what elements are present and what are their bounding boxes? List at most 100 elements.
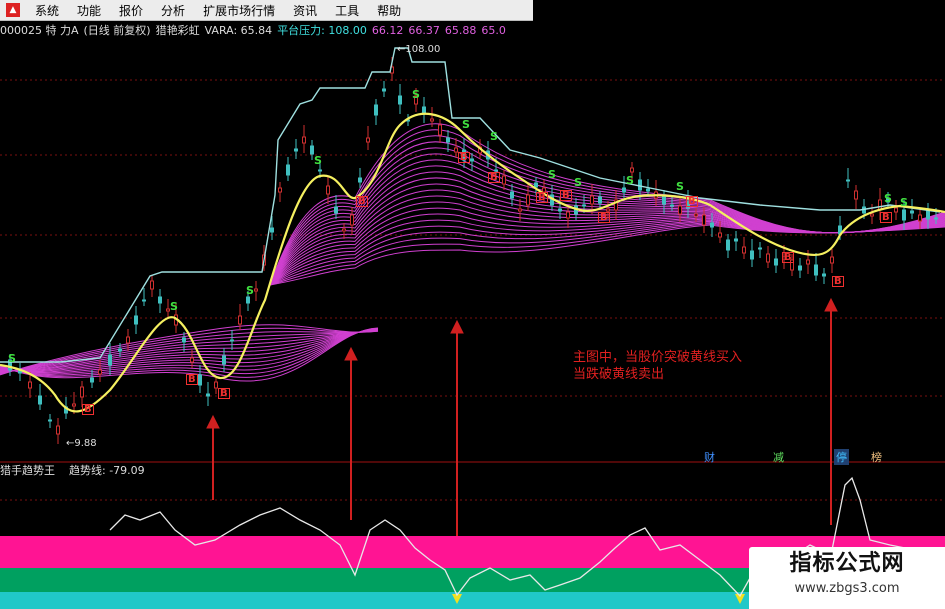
buy-signal-marker: B: [488, 172, 500, 183]
tag-ranking[interactable]: 榜: [869, 449, 884, 465]
chart-info-bar: 000025 特 力A (日线 前复权) 猎艳彩虹 VARA: 65.84 平台…: [0, 21, 533, 39]
candle-body: [734, 238, 738, 242]
candle-body: [702, 214, 706, 226]
candle-body: [254, 288, 258, 292]
candle-body: [926, 210, 930, 220]
candle-body: [302, 136, 306, 144]
sell-signal-marker: S: [884, 192, 892, 205]
tag-reduce[interactable]: 减: [771, 449, 786, 465]
app-logo-icon: ▲: [6, 3, 20, 17]
menu-system[interactable]: 系统: [26, 2, 68, 19]
tag-finance[interactable]: 财: [702, 449, 717, 465]
candle-body: [774, 258, 778, 266]
menu-quote[interactable]: 报价: [110, 2, 152, 19]
candle-body: [742, 246, 746, 254]
candle-body: [198, 374, 202, 386]
sub-indicator-header: 猎手趋势王 趋势线: -79.09: [0, 462, 159, 478]
candle-body: [246, 296, 250, 304]
candle-body: [598, 196, 602, 204]
annotation-line-1: 主图中，当股价突破黄线买入: [573, 350, 743, 365]
sell-signal-marker: S: [574, 176, 582, 189]
candle-body: [350, 214, 354, 226]
candle-body: [358, 177, 362, 183]
candle-body: [526, 194, 530, 206]
sell-signal-marker: S: [314, 154, 322, 167]
candle-body: [846, 179, 850, 182]
candle-body: [222, 355, 226, 365]
candlesticks: [8, 57, 938, 444]
candle-body: [56, 425, 60, 435]
menu-bar: ▲ 系统 功能 报价 分析 扩展市场行情 资讯 工具 帮助: [0, 0, 533, 21]
menu-analysis[interactable]: 分析: [152, 2, 194, 19]
site-watermark: 指标公式网 www.zbgs3.com: [749, 547, 945, 609]
candle-body: [446, 137, 450, 143]
menu-function[interactable]: 功能: [68, 2, 110, 19]
candle-body: [142, 299, 146, 302]
buy-signal-marker: B: [880, 212, 892, 223]
buy-signal-marker: B: [356, 196, 368, 207]
candle-body: [150, 280, 154, 290]
candle-body: [646, 188, 650, 192]
candle-body: [366, 137, 370, 143]
candle-body: [80, 386, 84, 398]
candle-body: [326, 185, 330, 195]
buy-signal-marker: B: [82, 404, 94, 415]
candle-body: [134, 315, 138, 325]
candle-body: [382, 88, 386, 92]
candle-body: [854, 190, 858, 200]
candle-body: [830, 256, 834, 264]
buy-signal-marker: B: [598, 212, 610, 223]
candle-body: [310, 145, 314, 155]
candle-body: [910, 210, 914, 214]
candle-body: [270, 227, 274, 233]
ma-value-2: 66.37: [408, 23, 440, 37]
sell-signal-marker: S: [548, 168, 556, 181]
low-price-value: 9.88: [74, 438, 97, 449]
candle-body: [48, 419, 52, 422]
candle-body: [342, 228, 346, 232]
candle-body: [934, 217, 938, 220]
menu-extended-market[interactable]: 扩展市场行情: [194, 2, 284, 19]
buy-arrows: [206, 297, 838, 540]
candle-body: [726, 239, 730, 251]
buy-signal-marker: B: [218, 388, 230, 399]
sell-signal-marker: S: [900, 196, 908, 209]
tag-suspend[interactable]: 停: [834, 449, 849, 465]
rainbow-ma-line: [269, 171, 945, 286]
candle-body: [510, 191, 514, 199]
candle-body: [398, 95, 402, 105]
candle-body: [694, 213, 698, 217]
vara-value: VARA: 65.84: [204, 23, 273, 37]
menu-tools[interactable]: 工具: [326, 2, 368, 19]
rainbow-ma-line: [269, 213, 945, 286]
buy-signal-marker: B: [186, 374, 198, 385]
sell-signal-marker: S: [246, 284, 254, 297]
candle-body: [238, 315, 242, 325]
menu-news[interactable]: 资讯: [284, 2, 326, 19]
sell-signal-marker: S: [8, 352, 16, 365]
candle-body: [206, 393, 210, 397]
ma-value-4: 65.0: [481, 23, 506, 37]
buy-signal-marker: B: [782, 252, 794, 263]
kline-chart[interactable]: [0, 0, 945, 609]
candle-body: [422, 106, 426, 114]
indicator-name: 猎艳彩虹: [155, 24, 200, 37]
ma-value-1: 66.12: [371, 23, 404, 37]
candle-body: [814, 264, 818, 276]
candle-body: [806, 259, 810, 265]
candle-body: [558, 208, 562, 212]
candle-body: [638, 179, 642, 191]
strategy-annotation: 主图中，当股价突破黄线买入 当跌破黄线卖出: [573, 349, 742, 383]
candle-body: [590, 195, 594, 205]
candle-body: [278, 187, 282, 193]
candle-body: [606, 208, 610, 212]
menu-help[interactable]: 帮助: [368, 2, 410, 19]
candle-body: [622, 187, 626, 193]
candle-body: [28, 381, 32, 389]
sell-signal-marker: S: [412, 88, 420, 101]
candle-body: [534, 182, 538, 188]
candle-body: [108, 354, 112, 366]
candle-body: [230, 339, 234, 342]
platform-pressure-line: [0, 47, 941, 363]
candle-body: [294, 148, 298, 152]
